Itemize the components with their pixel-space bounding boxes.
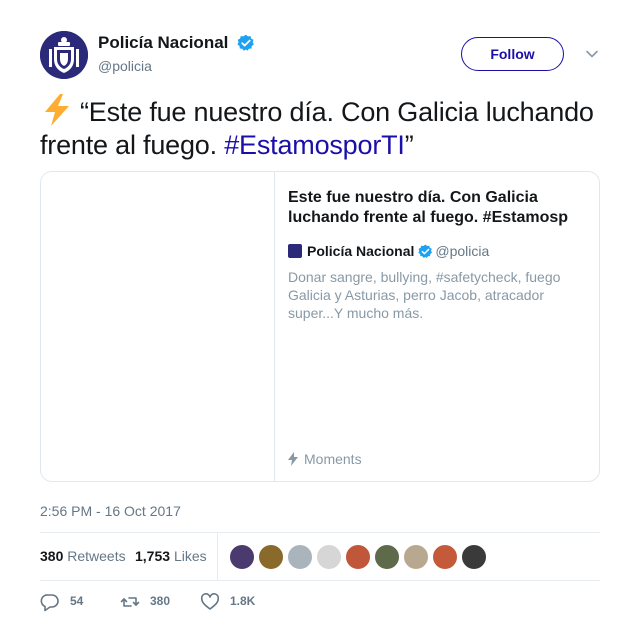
follow-button[interactable]: Follow: [461, 37, 564, 71]
tweet-stats: 380 Retweets 1,753 Likes: [40, 533, 600, 580]
card-author-avatar: [288, 244, 302, 258]
card-title[interactable]: Este fue nuestro día. Con Galicia luchan…: [288, 188, 588, 228]
retweets-label: Retweets: [67, 548, 126, 564]
like-count: 1.8K: [230, 594, 256, 608]
tweet-actions: 54 380 1.8K: [40, 590, 600, 614]
tweet-text: “Este fue nuestro día. Con Galicia lucha…: [40, 93, 600, 162]
retweet-icon: [120, 597, 140, 607]
police-badge-icon: [40, 31, 88, 79]
reply-icon: [40, 594, 59, 612]
like-button[interactable]: 1.8K: [200, 590, 255, 614]
card-footer-label: Moments: [304, 451, 362, 467]
verified-badge-icon: [418, 244, 433, 258]
card-author-name: Policía Nacional: [307, 243, 415, 259]
tweet-hashtag-link[interactable]: #EstamosporTI: [224, 130, 405, 160]
verified-badge-icon: [237, 34, 254, 51]
stats-divider: [217, 533, 218, 580]
tweet-timestamp[interactable]: 2:56 PM - 16 Oct 2017: [40, 502, 181, 520]
liker-avatar[interactable]: [374, 544, 400, 570]
retweets-count: 380: [40, 548, 64, 564]
high-voltage-emoji-icon: [45, 94, 69, 126]
card-author-handle: @policia: [435, 243, 490, 259]
liker-avatar[interactable]: [316, 544, 342, 570]
liker-avatar[interactable]: [461, 544, 487, 570]
chevron-down-icon[interactable]: [585, 47, 599, 61]
liker-avatar[interactable]: [229, 544, 255, 570]
liker-avatar[interactable]: [432, 544, 458, 570]
lightning-bolt-icon: [288, 452, 298, 466]
heart-icon: [200, 592, 220, 610]
moment-card[interactable]: Este fue nuestro día. Con Galicia luchan…: [40, 171, 600, 482]
card-description: Donar sangre, bullying, #safetycheck, fu…: [288, 269, 561, 321]
liker-avatar[interactable]: [287, 544, 313, 570]
profile-avatar[interactable]: [40, 31, 88, 79]
retweets-stat[interactable]: 380 Retweets: [40, 547, 126, 565]
reply-button[interactable]: 54: [40, 590, 83, 614]
liker-avatar[interactable]: [403, 544, 429, 570]
liker-avatar[interactable]: [345, 544, 371, 570]
tweet-text-close: ”: [404, 130, 414, 160]
author-handle[interactable]: @policia: [98, 57, 255, 75]
likes-stat[interactable]: 1,753 Likes: [135, 547, 207, 565]
likes-label: Likes: [173, 548, 207, 564]
card-body: Este fue nuestro día. Con Galicia luchan…: [288, 188, 588, 322]
card-author: Policía Nacional @policia: [288, 242, 588, 260]
card-footer[interactable]: Moments: [288, 450, 362, 468]
author-display-name[interactable]: Policía Nacional: [98, 33, 228, 53]
retweet-button[interactable]: 380: [120, 590, 170, 614]
author-info: Policía Nacional @policia: [98, 33, 255, 75]
card-media[interactable]: [41, 172, 275, 481]
tweet-header: Policía Nacional @policia Follow: [40, 31, 600, 81]
likes-count: 1,753: [135, 548, 171, 564]
reply-count: 54: [70, 594, 84, 608]
liker-avatar[interactable]: [258, 544, 284, 570]
divider: [40, 580, 600, 581]
retweet-count: 380: [150, 594, 171, 608]
